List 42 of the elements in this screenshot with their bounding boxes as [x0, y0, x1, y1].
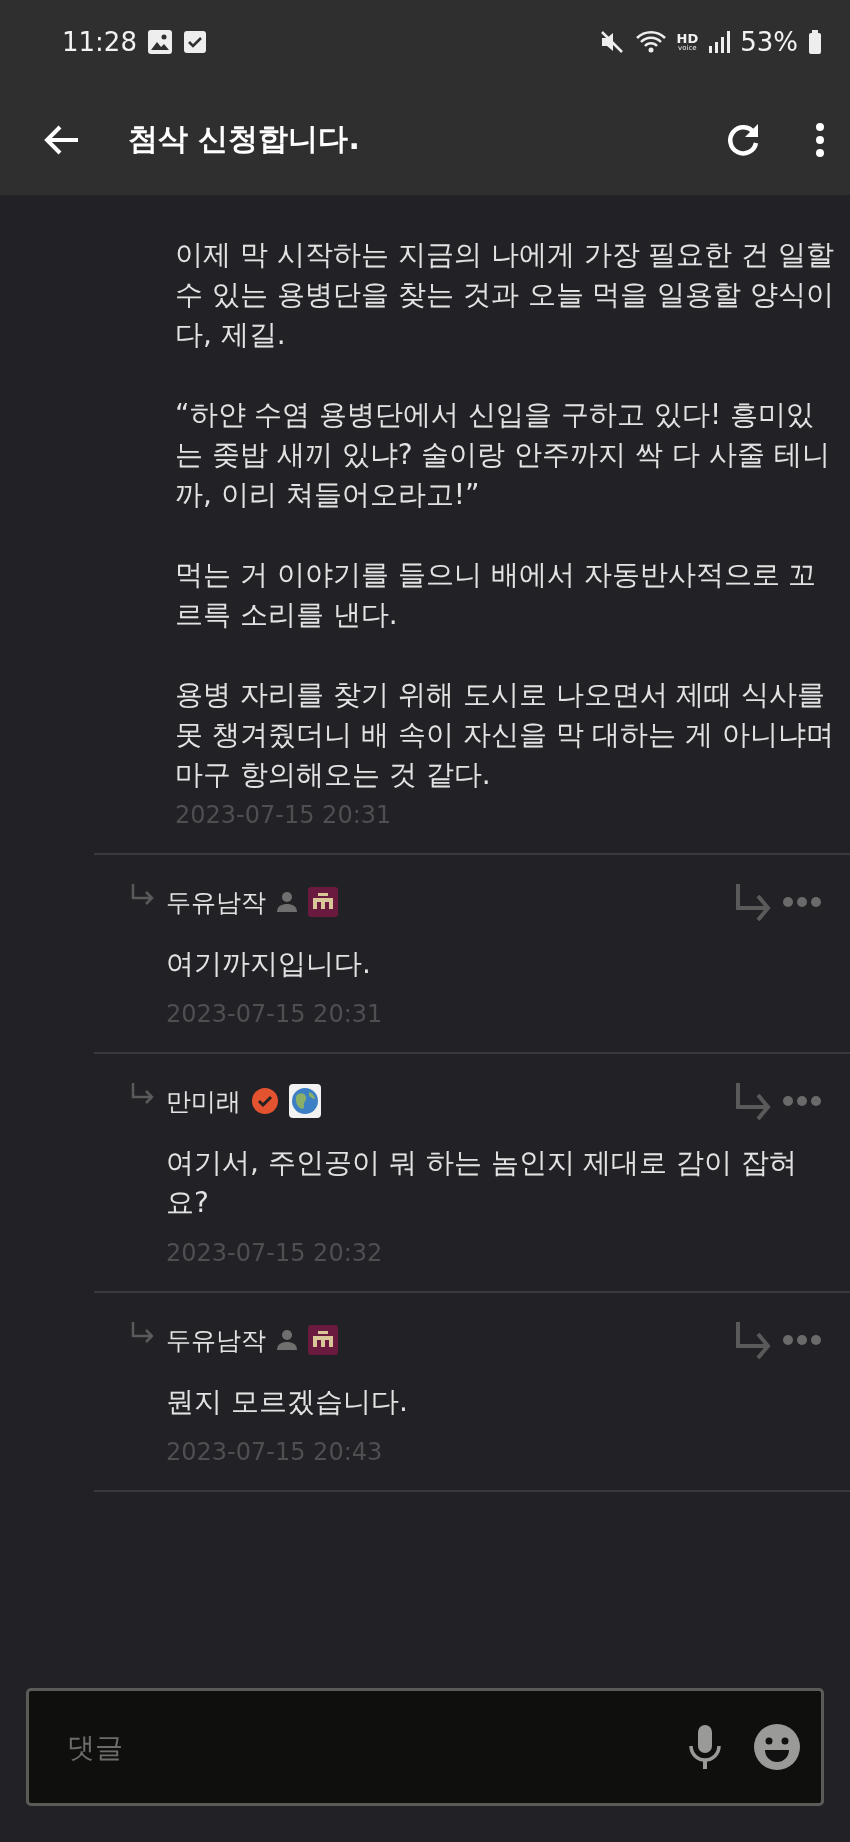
microphone-icon	[687, 1724, 723, 1770]
author-name: 두유남작	[166, 1324, 266, 1357]
globe-icon	[289, 1084, 321, 1118]
battery-percent: 53%	[740, 27, 798, 57]
back-arrow-icon	[44, 123, 80, 156]
comment-field[interactable]: 댓글	[65, 1729, 657, 1765]
badge-icon	[308, 887, 338, 917]
checkbox-icon	[182, 29, 207, 55]
post-paragraph: 용병 자리를 찾기 위해 도시로 나오면서 제때 식사를 못 챙겨줬더니 배 속이 자신을 막 대하는 게 아니냐며 마구 항의해오는 것 같다.	[175, 677, 835, 793]
reply-button[interactable]	[734, 882, 772, 922]
author-name: 만미래	[166, 1085, 241, 1118]
status-time: 11:28	[62, 27, 137, 57]
badge-icon	[308, 1325, 338, 1355]
wifi-icon	[634, 29, 667, 55]
emoji-icon	[753, 1723, 801, 1771]
reply-arrow-icon	[734, 1320, 772, 1360]
reply-button[interactable]	[734, 1320, 772, 1360]
battery-icon	[808, 29, 822, 55]
reply-arrow-icon	[734, 1081, 772, 1121]
author-name: 두유남작	[166, 886, 266, 919]
person-icon	[276, 1329, 298, 1351]
more-icon	[782, 1334, 822, 1346]
back-button[interactable]	[44, 123, 80, 156]
reply-text: 여기까지입니다.	[166, 946, 372, 982]
post-paragraph: 먹는 거 이야기를 들으니 배에서 자동반사적으로 꼬르륵 소리를 낸다.	[175, 557, 818, 633]
reply-text: 뭔지 모르겠습니다.	[166, 1384, 409, 1420]
mute-icon	[598, 29, 625, 55]
image-icon	[146, 29, 173, 55]
reply-arrow-icon	[734, 882, 772, 922]
more-icon	[782, 896, 822, 908]
post-paragraph: “하얀 수염 용병단에서 신입을 구하고 있다! 흥미있는 좆밥 새끼 있냐? 술이랑 안주까지 싹 다 사줄 테니까, 이리 쳐들어오라고!”	[175, 397, 831, 513]
hd-label: HD	[676, 32, 699, 45]
more-icon	[814, 121, 826, 158]
person-icon	[276, 891, 298, 913]
verified-check-icon	[251, 1087, 279, 1115]
post-paragraph: 이제 막 시작하는 지금의 나에게 가장 필요한 건 일할 수 있는 용병단을 찾는 것과 오늘 먹을 일용할 양식이다, 제길.	[175, 237, 835, 353]
page-title: 첨삭 신청합니다.	[128, 120, 361, 158]
reply-button[interactable]	[734, 1081, 772, 1121]
signal-icon	[708, 30, 731, 54]
reply-text: 여기서, 주인공이 뭐 하는 놈인지 제대로 감이 잡혀요?	[166, 1145, 799, 1221]
more-button[interactable]	[814, 121, 826, 158]
more-icon	[782, 1095, 822, 1107]
